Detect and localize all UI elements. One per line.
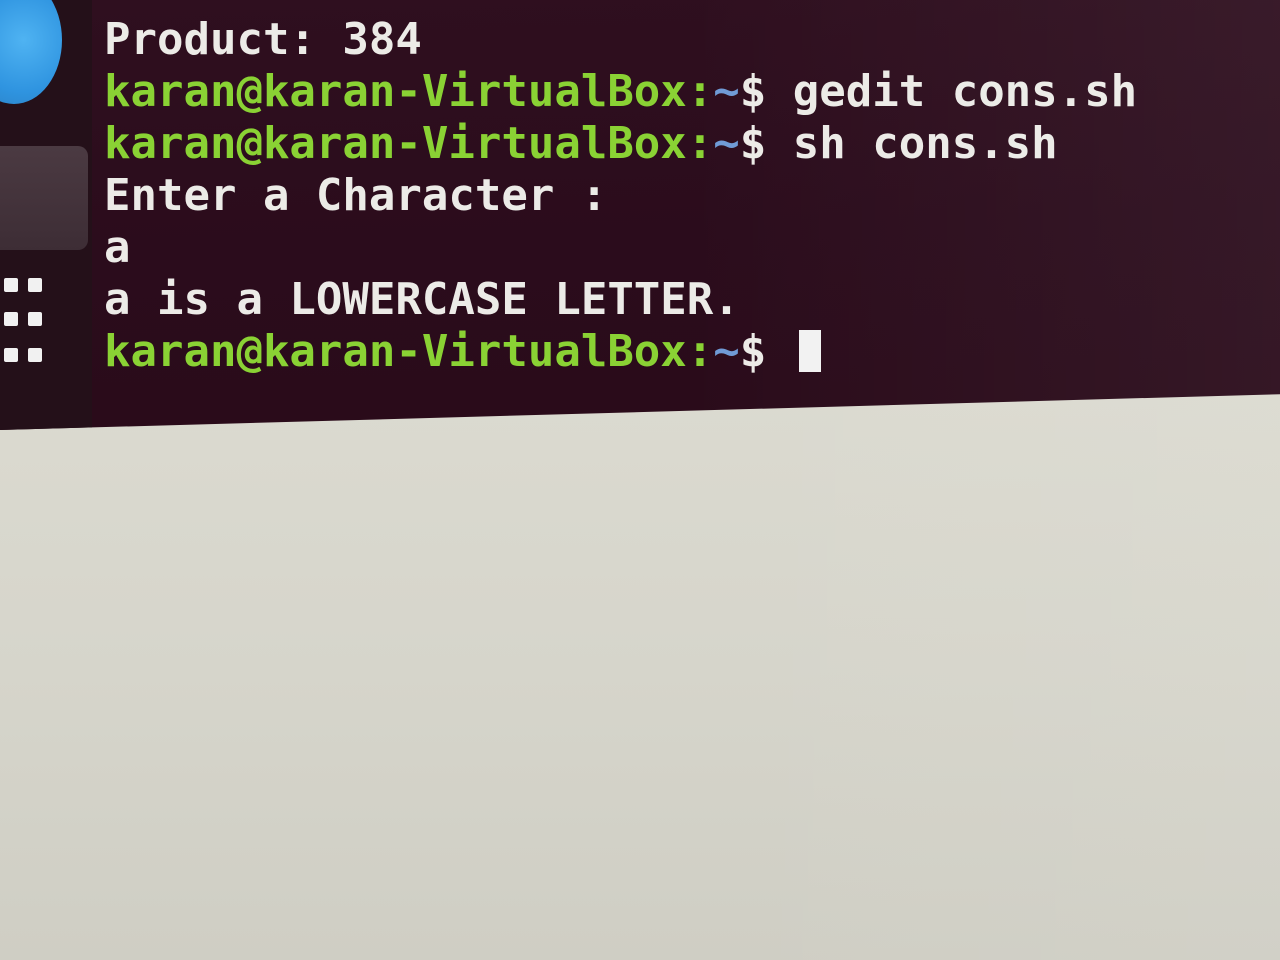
terminal-line: karan@karan-VirtualBox:~$ sh cons.sh — [104, 118, 1137, 170]
terminal-text: $ sh cons.sh — [739, 117, 1058, 169]
terminal-line: karan@karan-VirtualBox:~$ gedit cons.sh — [104, 66, 1137, 118]
terminal-line: karan@karan-VirtualBox:~$ — [104, 326, 1137, 378]
show-applications-icon[interactable] — [4, 272, 48, 368]
terminal-line: a — [104, 222, 1137, 274]
terminal-line: Enter a Character : — [104, 170, 1137, 222]
prompt-path: ~ — [713, 117, 740, 169]
text-cursor[interactable] — [798, 330, 821, 372]
terminal-output[interactable]: Product: 384 karan@karan-VirtualBox:~$ ge… — [104, 14, 1137, 378]
terminal-text: a is a LOWERCASE LETTER. — [104, 274, 740, 325]
dock — [0, 0, 92, 430]
terminal-window[interactable]: Product: 384 karan@karan-VirtualBox:~$ ge… — [0, 0, 1280, 430]
prompt-user-host: karan@karan-VirtualBox: — [104, 66, 714, 117]
terminal-line: a is a LOWERCASE LETTER. — [104, 274, 1137, 326]
terminal-text: a — [104, 222, 131, 273]
terminal-app-icon[interactable] — [0, 0, 62, 104]
prompt-user-host: karan@karan-VirtualBox: — [104, 118, 714, 169]
dock-app-tile[interactable] — [0, 146, 88, 250]
terminal-text: $ gedit cons.sh — [739, 66, 1138, 117]
terminal-text: $ — [739, 326, 793, 377]
prompt-user-host: karan@karan-VirtualBox: — [104, 326, 714, 377]
prompt-path: ~ — [713, 66, 740, 117]
terminal-text: Product: 384 — [104, 13, 422, 65]
prompt-path: ~ — [713, 326, 740, 377]
terminal-line: Product: 384 — [104, 14, 1137, 66]
terminal-text: Enter a Character : — [104, 170, 608, 221]
